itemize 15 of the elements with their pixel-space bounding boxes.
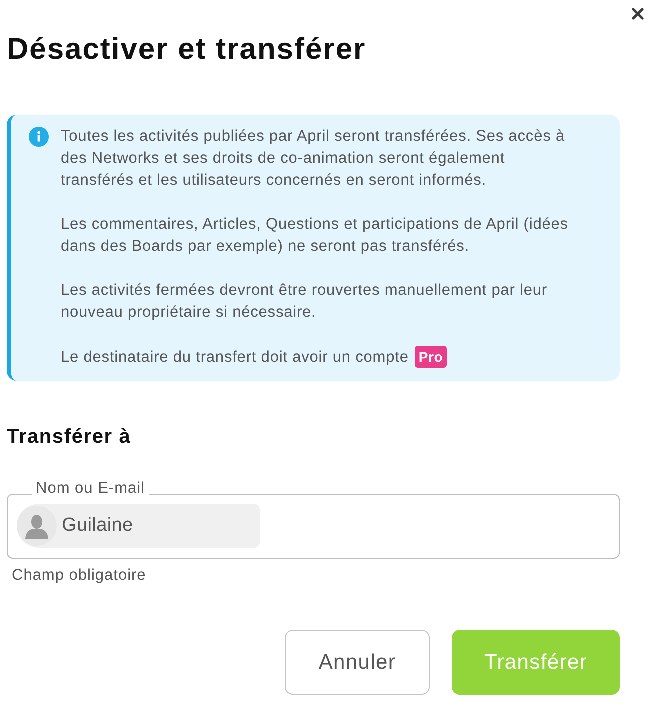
cancel-button[interactable]: Annuler [285,630,430,695]
notice-paragraph: Toutes les activités publiées par April seront transférées. Ses accès à des Networks et ses droits de co-animation seront également transférés et les utilisateurs concernés en seront informés. [61,127,566,191]
recipient-field[interactable]: Nom ou E-mail Guilaine [7,480,620,559]
notice-paragraph: Les commentaires, Articles, Questions et participations de April (idées dans des Boards par exemple) ne seront pas transférés. [61,215,570,257]
user-chip[interactable]: Guilaine [17,504,260,548]
field-label: Nom ou E-mail [35,480,146,499]
helper-text: Champ obligatoire [12,567,148,585]
info-icon [29,127,49,147]
notice-paragraph: Le destinataire du transfert doit avoir un compte Pro [61,346,577,369]
notice-paragraph: Les activités fermées devront être rouvertes manuellement par leur nouveau propriétaire si nécessaire. [61,281,548,323]
pro-badge: Pro [414,346,448,368]
avatar-icon [17,506,57,546]
dialog-title: Désactiver et transférer [7,32,368,68]
close-icon[interactable] [632,8,644,20]
section-heading: Transférer à [7,425,132,449]
